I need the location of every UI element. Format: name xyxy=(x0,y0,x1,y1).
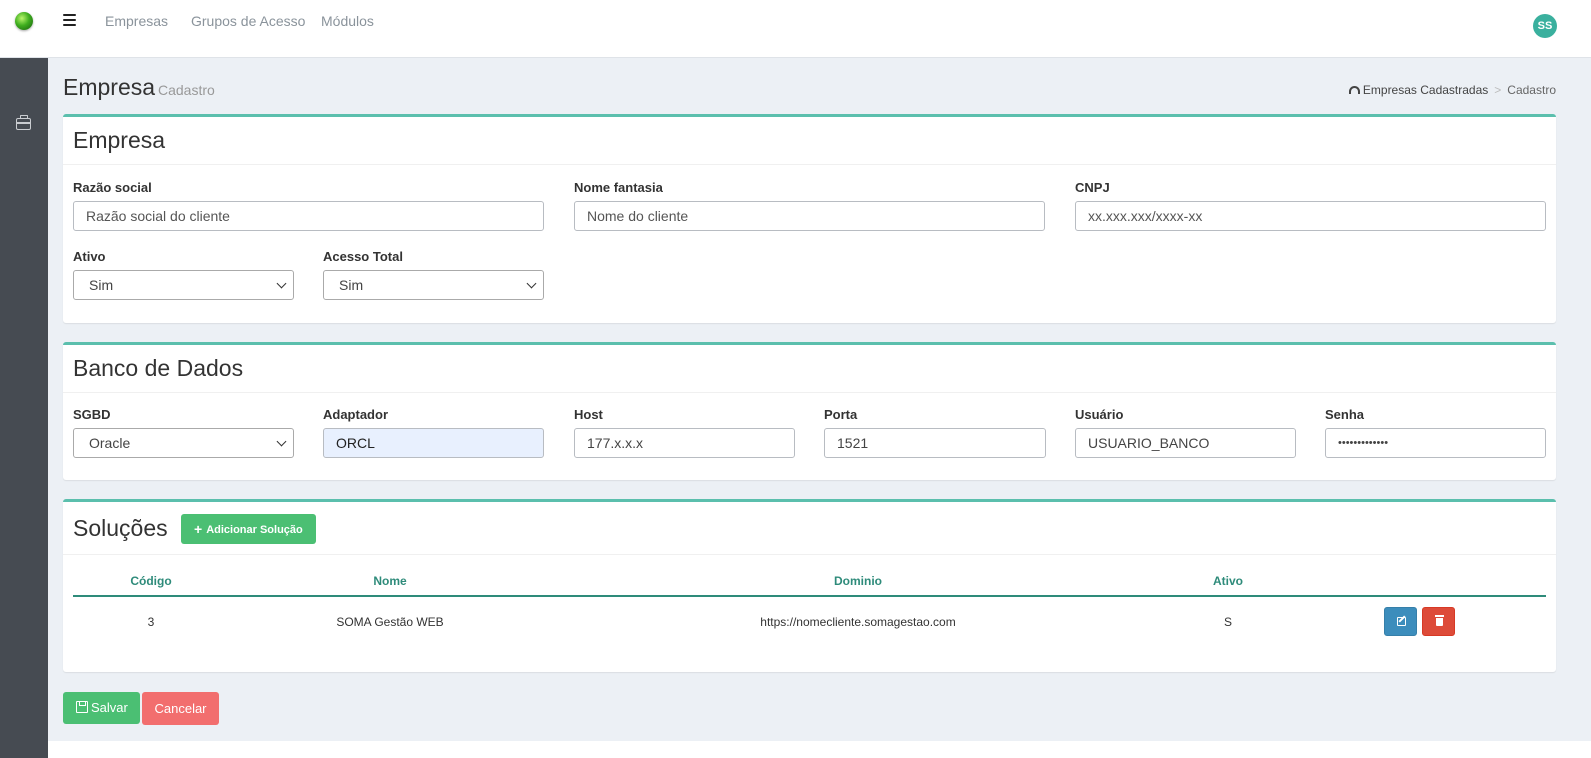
sgbd-select-value: Oracle xyxy=(89,435,131,451)
sgbd-label: SGBD xyxy=(73,407,111,422)
adaptador-label: Adaptador xyxy=(323,407,388,422)
usuario-label: Usuário xyxy=(1075,407,1124,422)
breadcrumb-current: Cadastro xyxy=(1507,83,1556,97)
usuario-input[interactable]: USUARIO_BANCO xyxy=(1075,428,1296,458)
breadcrumb-home[interactable]: Empresas Cadastradas xyxy=(1363,83,1488,97)
trash-icon xyxy=(1435,615,1444,626)
sidebar xyxy=(0,58,48,758)
edit-row-button[interactable] xyxy=(1384,607,1417,636)
breadcrumb: Empresas Cadastradas > Cadastro xyxy=(1348,83,1556,97)
column-header-codigo[interactable]: Código xyxy=(130,574,171,588)
chevron-down-icon xyxy=(526,278,537,289)
add-solution-label: Adicionar Solução xyxy=(206,524,303,536)
chevron-down-icon xyxy=(276,436,287,447)
solucoes-box: Soluções + Adicionar Solução Código Nome … xyxy=(63,499,1556,672)
empresa-box-title: Empresa xyxy=(73,127,166,153)
host-input[interactable]: 177.x.x.x xyxy=(574,428,795,458)
ativo-select-value: Sim xyxy=(89,277,114,293)
cell-nome: SOMA Gestão WEB xyxy=(336,615,444,629)
cancel-button[interactable]: Cancelar xyxy=(142,692,219,725)
briefcase-icon[interactable] xyxy=(16,115,31,130)
app-logo-icon[interactable] xyxy=(15,12,33,30)
solucoes-box-title: Soluções xyxy=(73,515,168,541)
column-header-nome[interactable]: Nome xyxy=(373,574,406,588)
footer xyxy=(48,741,1591,758)
nav-link-grupos-de-acesso[interactable]: Grupos de Acesso xyxy=(191,13,305,29)
adaptador-input[interactable]: ORCL xyxy=(323,428,544,458)
cell-codigo: 3 xyxy=(147,615,155,629)
acesso-total-label: Acesso Total xyxy=(323,249,403,264)
table-header-divider xyxy=(73,595,1546,597)
user-avatar[interactable]: SS xyxy=(1533,14,1557,38)
plus-icon: + xyxy=(194,521,203,537)
acesso-total-select-value: Sim xyxy=(339,277,364,293)
page-title: Empresa xyxy=(63,74,156,100)
acesso-total-select[interactable]: Sim xyxy=(323,270,544,300)
empresa-box: Empresa Razão social Razão social do cli… xyxy=(63,114,1556,323)
column-header-ativo[interactable]: Ativo xyxy=(1213,574,1243,588)
razao-social-input[interactable]: Razão social do cliente xyxy=(73,201,544,231)
save-button[interactable]: Salvar xyxy=(63,692,140,724)
page-subtitle: Cadastro xyxy=(158,82,215,98)
solucoes-box-header: Soluções + Adicionar Solução xyxy=(63,502,1556,555)
top-navbar: Empresas Grupos de Acesso Módulos SS xyxy=(0,0,1591,58)
nome-fantasia-input[interactable]: Nome do cliente xyxy=(574,201,1045,231)
breadcrumb-separator: > xyxy=(1494,83,1502,97)
delete-row-button[interactable] xyxy=(1422,607,1455,636)
host-label: Host xyxy=(574,407,603,422)
dashboard-icon xyxy=(1348,86,1360,94)
cell-dominio: https://nomecliente.somagestao.com xyxy=(760,615,956,629)
porta-label: Porta xyxy=(824,407,858,422)
nav-link-modulos[interactable]: Módulos xyxy=(321,13,374,29)
banco-box-header: Banco de Dados xyxy=(63,345,1556,393)
cnpj-label: CNPJ xyxy=(1075,180,1110,195)
nav-link-empresas[interactable]: Empresas xyxy=(105,13,168,29)
cell-ativo: S xyxy=(1223,615,1233,629)
ativo-label: Ativo xyxy=(73,249,106,264)
nome-fantasia-label: Nome fantasia xyxy=(574,180,663,195)
empresa-box-header: Empresa xyxy=(63,117,1556,165)
ativo-select[interactable]: Sim xyxy=(73,270,294,300)
senha-label: Senha xyxy=(1325,407,1365,422)
cnpj-input[interactable]: xx.xxx.xxx/xxxx-xx xyxy=(1075,201,1546,231)
add-solution-button[interactable]: + Adicionar Solução xyxy=(181,514,316,544)
porta-input[interactable]: 1521 xyxy=(824,428,1046,458)
sgbd-select[interactable]: Oracle xyxy=(73,428,294,458)
edit-icon xyxy=(1397,617,1406,626)
save-button-label: Salvar xyxy=(91,700,128,715)
chevron-down-icon xyxy=(276,278,287,289)
banco-box-title: Banco de Dados xyxy=(73,355,244,381)
banco-de-dados-box: Banco de Dados SGBD Oracle Adaptador ORC… xyxy=(63,342,1556,480)
menu-toggle-icon[interactable] xyxy=(63,14,76,26)
column-header-dominio[interactable]: Dominio xyxy=(834,574,882,588)
senha-input[interactable]: ••••••••••••• xyxy=(1325,428,1546,458)
razao-social-label: Razão social xyxy=(73,180,152,195)
floppy-disk-icon xyxy=(76,701,88,713)
